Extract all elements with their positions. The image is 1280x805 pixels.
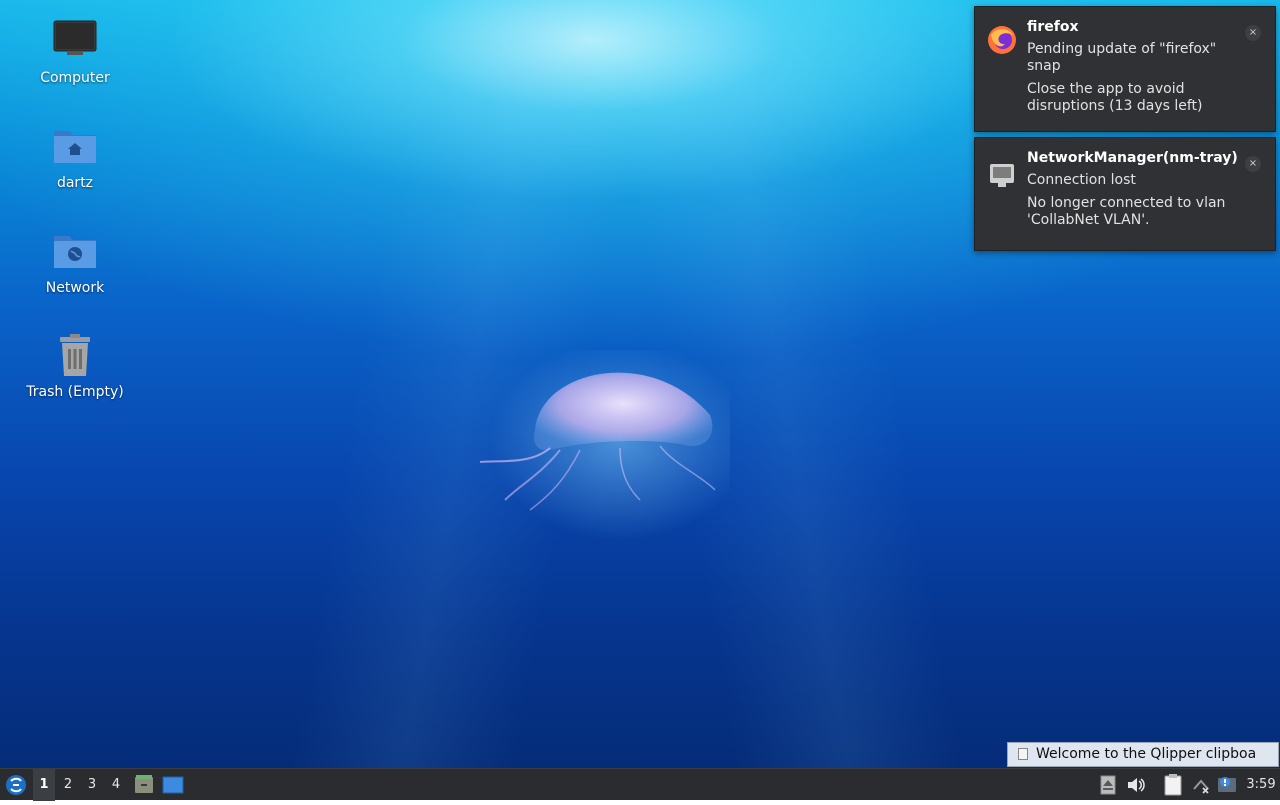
tooltip-text: Welcome to the Qlipper clipboa [1036,746,1257,762]
qlipper-tooltip: Welcome to the Qlipper clipboa [1007,742,1279,767]
desktop-icon-home-folder[interactable]: dartz [15,123,135,191]
tray-eject[interactable] [1098,769,1118,801]
notification-detail: Close the app to avoid disruptions (13 d… [1027,81,1203,114]
notification-networkmanager[interactable]: NetworkManager(nm-tray) Connection lost … [974,137,1276,251]
clock[interactable]: 3:59 [1242,769,1280,801]
start-menu-button[interactable] [4,769,28,801]
clipboard-icon [1018,748,1028,760]
notification-summary: Connection lost [1027,172,1136,188]
notification-summary: Pending update of "firefox" snap [1027,41,1217,74]
notification-body: Connection lost No longer connected to v… [1027,172,1237,235]
clipboard-icon [1164,774,1182,796]
tray-volume[interactable] [1125,769,1147,801]
desktop-switch-1[interactable]: 1 [33,769,55,801]
network-wired-icon [990,164,1014,187]
tray-network[interactable] [1190,769,1212,801]
desktop-icon-label: Network [45,280,105,296]
file-manager-launcher[interactable] [133,769,155,801]
desktop-switch-2[interactable]: 2 [57,769,79,801]
network-disconnected-icon [1193,779,1209,794]
notification-firefox[interactable]: firefox Pending update of "firefox" snap… [974,6,1276,132]
home-folder-icon [54,131,96,163]
show-desktop-button[interactable] [161,769,185,801]
eject-icon [1100,775,1116,795]
desktop-icon-trash[interactable]: Trash (Empty) [15,332,135,400]
desktop-switch-4[interactable]: 4 [105,769,127,801]
desktop-icon-network[interactable]: Network [15,228,135,296]
desktop-icon-label: Trash (Empty) [26,384,124,400]
notification-title: NetworkManager(nm-tray) [1027,150,1238,166]
volume-icon [1128,778,1145,792]
notification-close-button[interactable]: × [1245,25,1261,41]
lubuntu-menu-icon [6,775,26,795]
trash-icon [60,334,90,376]
notification-title: firefox [1027,19,1079,35]
notification-body: Pending update of "firefox" snap Close t… [1027,41,1237,121]
tray-update-notifier[interactable] [1216,769,1238,801]
show-desktop-icon [162,776,184,794]
network-folder-icon [54,236,96,268]
file-manager-icon [135,775,153,793]
monitor-icon [53,20,97,55]
update-notifier-icon [1218,777,1236,792]
firefox-icon [988,26,1016,54]
notification-close-button[interactable]: × [1245,156,1261,172]
notification-detail: No longer connected to vlan 'CollabNet V… [1027,195,1226,228]
desktop-icon-label: Computer [40,70,110,86]
desktop-icon-computer[interactable]: Computer [15,18,135,86]
jellyfish-image [479,350,730,540]
taskbar: 1 2 3 4 3:59 [0,768,1280,801]
tray-clipboard[interactable] [1162,769,1184,801]
desktop-icon-label: dartz [56,175,94,191]
desktop-switch-3[interactable]: 3 [81,769,103,801]
